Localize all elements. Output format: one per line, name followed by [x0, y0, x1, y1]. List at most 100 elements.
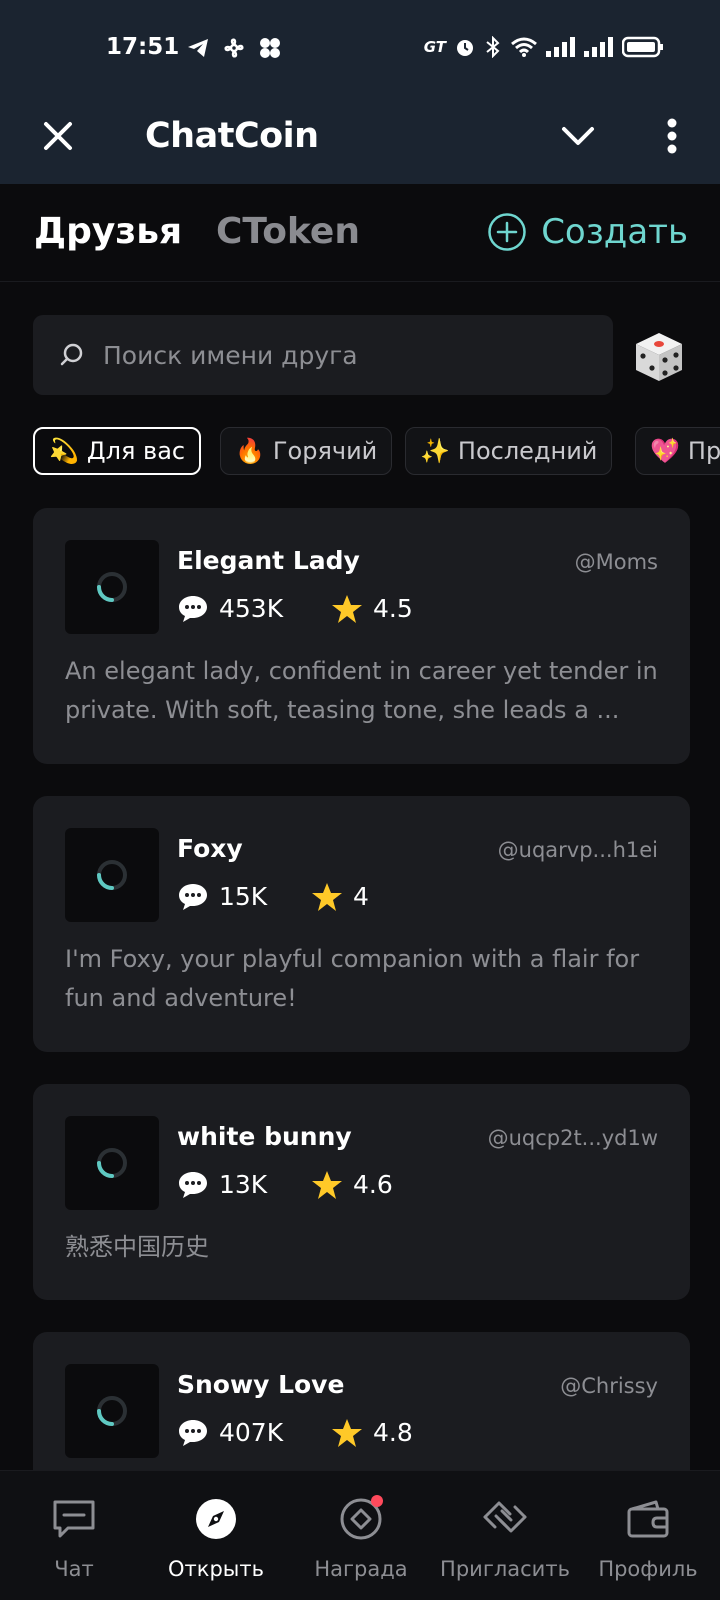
character-description: I'm Foxy, your playful companion with a …: [65, 945, 640, 1012]
alarm-icon: [457, 40, 473, 56]
search-icon: [60, 343, 83, 366]
avatar: [65, 1116, 159, 1210]
chat-bubble-icon: [179, 1420, 207, 1446]
star-icon: [332, 1419, 362, 1447]
battery-icon: [622, 36, 663, 58]
fan-icon: [224, 38, 244, 58]
chip-hot[interactable]: 🔥 Горячий: [220, 427, 393, 475]
chip-latest[interactable]: ✨ Последний: [405, 427, 613, 475]
chevron-down-icon: [562, 127, 594, 145]
nav-label: Открыть: [168, 1557, 264, 1581]
loading-spinner-icon: [97, 1396, 127, 1426]
loading-spinner-icon: [97, 860, 127, 890]
chip-label: Для вас: [86, 437, 186, 465]
chat-bubble-icon: [179, 596, 207, 622]
close-button[interactable]: [36, 114, 80, 158]
chat-count-value: 407K: [219, 1418, 284, 1447]
dice-icon: [636, 333, 682, 381]
avatar: [65, 828, 159, 922]
loading-spinner-icon: [97, 572, 127, 602]
star-icon: [312, 883, 342, 911]
chat-bubble-icon: [179, 884, 207, 910]
creator-handle[interactable]: @uqarvp...h1ei: [498, 834, 658, 866]
nav-chat[interactable]: Чат: [4, 1495, 144, 1581]
character-card[interactable]: Elegant Lady @Moms 453K 4.5 An elegant l…: [33, 508, 690, 764]
compass-icon: [192, 1495, 240, 1543]
reward-icon: [337, 1495, 385, 1543]
chat-bubble-icon: [179, 1172, 207, 1198]
apps-icon: [260, 38, 280, 58]
invite-icon: [481, 1495, 529, 1543]
expand-button[interactable]: [556, 114, 600, 158]
chip-label: Пр: [687, 437, 720, 465]
chat-count: 15K: [177, 880, 267, 914]
chip-more[interactable]: 💖 Пр: [635, 427, 720, 475]
nav-invite[interactable]: Пригласить: [435, 1495, 575, 1581]
character-card[interactable]: white bunny @uqcp2t...yd1w 13K 4.6 熟悉中国历…: [33, 1084, 690, 1300]
chat-icon: [50, 1495, 98, 1543]
rating: 4.6: [311, 1168, 393, 1202]
telegram-icon: [188, 39, 208, 57]
nav-label: Награда: [314, 1557, 408, 1581]
character-name: Elegant Lady: [177, 546, 360, 575]
close-icon: [44, 122, 72, 150]
chat-count: 13K: [177, 1168, 267, 1202]
nav-label: Чат: [54, 1557, 94, 1581]
star-icon: [332, 595, 362, 623]
loading-spinner-icon: [97, 1148, 127, 1178]
character-description: 熟悉中国历史: [65, 1233, 209, 1261]
chip-label: Горячий: [272, 437, 378, 465]
wifi-icon: [511, 37, 537, 57]
sparkles-icon: ✨: [420, 437, 450, 465]
nav-reward[interactable]: Награда: [291, 1495, 431, 1581]
status-left-icons: [186, 36, 282, 60]
chip-label: Последний: [457, 437, 598, 465]
rating: 4: [311, 880, 369, 914]
character-card[interactable]: Snowy Love @Chrissy 407K 4.8: [33, 1332, 690, 1492]
chat-count: 407K: [177, 1416, 283, 1450]
more-vertical-icon: [667, 118, 677, 154]
create-label: Создать: [541, 212, 688, 252]
search-input[interactable]: Поиск имени друга: [33, 315, 613, 395]
tab-ctoken[interactable]: CToken: [216, 210, 360, 254]
dizzy-icon: 💫: [49, 437, 79, 465]
avatar: [65, 1364, 159, 1458]
status-time: 17:51: [106, 34, 180, 60]
app-title: ChatCoin: [145, 116, 319, 156]
chip-for-you[interactable]: 💫 Для вас: [33, 427, 202, 475]
plus-circle-icon: [488, 213, 526, 251]
nav-explore[interactable]: Открыть: [146, 1495, 286, 1581]
nav-profile[interactable]: Профиль: [578, 1495, 718, 1581]
rating-value: 4.5: [373, 594, 413, 623]
chat-count-value: 453K: [219, 594, 284, 623]
random-dice-button[interactable]: [632, 330, 686, 384]
rating-value: 4.8: [373, 1418, 413, 1447]
more-options-button[interactable]: [654, 114, 690, 158]
character-name: Foxy: [177, 834, 243, 863]
chat-count: 453K: [177, 592, 283, 626]
creator-handle[interactable]: @uqcp2t...yd1w: [488, 1122, 658, 1154]
create-button[interactable]: Создать: [487, 210, 688, 254]
signal-icon-2: [584, 37, 613, 57]
rating-value: 4.6: [353, 1170, 393, 1199]
status-right-icons: GT: [424, 36, 664, 58]
character-card[interactable]: Foxy @uqarvp...h1ei 15K 4 I'm Foxy, your…: [33, 796, 690, 1052]
fire-icon: 🔥: [235, 437, 265, 465]
rating: 4.5: [331, 592, 413, 626]
creator-handle[interactable]: @Moms: [575, 546, 658, 578]
filter-chips: 💫 Для вас 🔥 Горячий ✨ Последний 💖 Пр: [33, 427, 720, 477]
bluetooth-icon: [486, 36, 500, 58]
character-name: Snowy Love: [177, 1370, 345, 1399]
star-icon: [312, 1171, 342, 1199]
search-placeholder: Поиск имени друга: [103, 340, 358, 370]
creator-handle[interactable]: @Chrissy: [560, 1370, 658, 1402]
chat-count-value: 15K: [219, 882, 268, 911]
app-bar: ChatCoin: [0, 92, 720, 184]
rating-value: 4: [353, 882, 369, 911]
character-name: white bunny: [177, 1122, 352, 1151]
nav-label: Профиль: [598, 1557, 698, 1581]
tab-friends[interactable]: Друзья: [34, 210, 182, 254]
wallet-icon: [624, 1495, 672, 1543]
bottom-nav: Чат Открыть Награда Пригласить Профиль: [0, 1470, 720, 1600]
chat-count-value: 13K: [219, 1170, 268, 1199]
